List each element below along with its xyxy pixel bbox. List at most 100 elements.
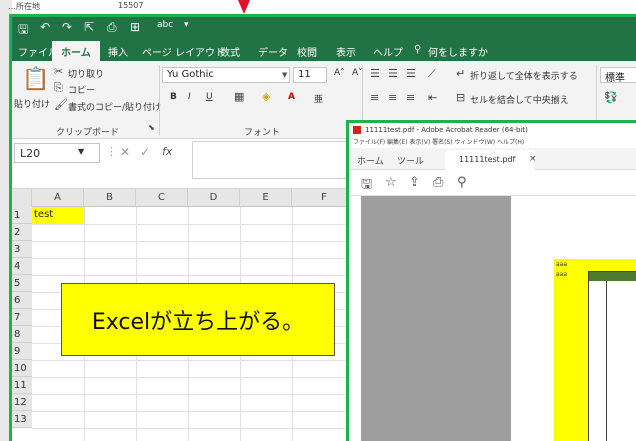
tab-document[interactable]: 11111test.pdf ×: [445, 150, 537, 170]
menu-tell-me[interactable]: 何をしますか: [428, 44, 488, 59]
menu-view[interactable]: 表示: [336, 44, 356, 59]
column-header[interactable]: E: [240, 189, 292, 207]
border-icon[interactable]: ▦: [234, 90, 244, 103]
menu-review[interactable]: 校閲: [297, 44, 317, 59]
document-view[interactable]: aaa aaa: [349, 196, 636, 441]
row-header[interactable]: 12: [12, 394, 32, 411]
tab-home[interactable]: ホーム: [357, 154, 384, 167]
tab-tools[interactable]: ツール: [397, 154, 424, 167]
close-icon[interactable]: ×: [529, 154, 537, 164]
acrobat-title-bar: 11111test.pdf - Adobe Acrobat Reader (64…: [349, 123, 636, 137]
row-header[interactable]: 11: [12, 377, 32, 394]
zoom-icon[interactable]: ⚲: [457, 175, 467, 190]
upload-icon[interactable]: ⇪: [409, 175, 420, 190]
paste-icon[interactable]: 📋: [22, 67, 49, 92]
quick-access-icon[interactable]: ⊞: [130, 20, 140, 34]
row-header[interactable]: 13: [12, 411, 32, 428]
worksheet-grid[interactable]: A B C D E F 1 2 3 4 5 6 7 8 9 10 11 12 1…: [12, 189, 357, 441]
save-icon[interactable]: 🖫: [361, 175, 372, 197]
align-center-icon[interactable]: ≡: [388, 91, 397, 104]
fill-color-icon[interactable]: ◈: [262, 90, 270, 103]
row-header[interactable]: 6: [12, 292, 32, 309]
cut-button[interactable]: 切り取り: [68, 67, 104, 80]
column-header[interactable]: D: [188, 189, 240, 207]
customize-icon[interactable]: ▾: [184, 20, 189, 30]
currency-icon[interactable]: 💱: [604, 91, 618, 104]
column-header[interactable]: A: [32, 189, 84, 207]
pointer-icon[interactable]: ⇱: [84, 20, 94, 34]
row-header[interactable]: 5: [12, 275, 32, 292]
wrap-text-icon[interactable]: ↵: [456, 67, 465, 80]
cell-a1[interactable]: test: [32, 207, 84, 224]
column-header[interactable]: C: [136, 189, 188, 207]
print-icon[interactable]: ⎙: [433, 175, 443, 190]
confirm-icon[interactable]: ✓: [140, 145, 150, 159]
font-size-select[interactable]: 11: [293, 67, 327, 83]
align-top-icon[interactable]: ☰: [370, 67, 380, 80]
menu-help[interactable]: ヘルプ: [373, 44, 403, 59]
increase-font-icon[interactable]: A˄: [334, 68, 345, 78]
spelling-icon[interactable]: abc: [157, 20, 173, 30]
row-header[interactable]: 8: [12, 326, 32, 343]
bookmark-star-icon[interactable]: ☆: [385, 175, 397, 190]
italic-button[interactable]: I: [188, 92, 191, 102]
bold-button[interactable]: B: [170, 92, 177, 102]
acrobat-logo-icon: [353, 126, 361, 134]
gridline: [32, 428, 357, 429]
font-name-select[interactable]: Yu Gothic: [162, 67, 290, 83]
align-bottom-icon[interactable]: ☰: [406, 67, 416, 80]
pdf-page: aaa aaa: [554, 259, 636, 441]
name-box[interactable]: L20: [14, 143, 100, 163]
copy-button[interactable]: コピー: [68, 83, 95, 96]
gridline: [32, 360, 357, 361]
insert-function-button[interactable]: fx: [162, 145, 172, 158]
redo-icon[interactable]: ↷: [62, 20, 72, 34]
align-left-icon[interactable]: ≡: [370, 91, 379, 104]
chevron-down-icon[interactable]: ▼: [78, 147, 84, 156]
orientation-icon[interactable]: ⟋: [428, 67, 436, 81]
font-color-icon[interactable]: A: [288, 92, 295, 102]
row-header[interactable]: 7: [12, 309, 32, 326]
menu-formulas[interactable]: 数式: [220, 44, 240, 59]
page-label: aaa: [556, 261, 568, 268]
align-right-icon[interactable]: ≡: [406, 91, 415, 104]
row-header[interactable]: 9: [12, 343, 32, 360]
search-icon[interactable]: ⚲: [414, 44, 421, 55]
formula-input[interactable]: [192, 141, 348, 179]
underline-button[interactable]: U: [206, 92, 213, 102]
chevron-down-icon[interactable]: ▼: [282, 71, 287, 79]
merge-center-button[interactable]: セルを結合して中央揃え: [470, 93, 569, 106]
row-header[interactable]: 3: [12, 241, 32, 258]
gridline: [32, 258, 357, 259]
save-icon[interactable]: 🖫: [18, 20, 28, 41]
gridline: [32, 411, 357, 412]
format-painter-button[interactable]: 書式のコピー/貼り付け: [68, 100, 161, 113]
align-middle-icon[interactable]: ☰: [388, 67, 398, 80]
row-header[interactable]: 2: [12, 224, 32, 241]
paste-button[interactable]: 貼り付け: [14, 97, 50, 110]
select-all-corner[interactable]: [12, 189, 32, 207]
undo-icon[interactable]: ↶: [40, 20, 50, 34]
copy-icon[interactable]: ⎘: [54, 81, 63, 95]
menu-data[interactable]: データ: [258, 44, 288, 59]
merge-icon[interactable]: ⊟: [456, 91, 465, 104]
cancel-icon[interactable]: ✕: [120, 145, 130, 159]
row-header[interactable]: 10: [12, 360, 32, 377]
menu-insert[interactable]: 挿入: [108, 44, 128, 59]
gridline: [32, 377, 357, 378]
row-header[interactable]: 4: [12, 258, 32, 275]
indent-icon[interactable]: ⇤: [428, 91, 437, 104]
dialog-launcher-icon[interactable]: ⬊: [148, 123, 155, 132]
cut-icon[interactable]: ✂: [54, 65, 63, 78]
annotation-callout: Excelが立ち上がる。: [61, 283, 335, 356]
menu-page-layout[interactable]: ページ レイアウト: [142, 44, 225, 59]
phonetic-icon[interactable]: 亜: [314, 92, 323, 105]
acrobat-menu-bar[interactable]: ファイル(F) 編集(E) 表示(V) 署名(S) ウィンドウ(W) ヘルプ(H…: [349, 137, 636, 148]
column-header[interactable]: B: [84, 189, 136, 207]
format-painter-icon[interactable]: 🖌: [54, 98, 68, 111]
pdf-table: [588, 271, 636, 441]
number-format-select[interactable]: 標準: [600, 67, 636, 84]
wrap-text-button[interactable]: 折り返して全体を表示する: [470, 69, 578, 82]
row-header[interactable]: 1: [12, 207, 32, 224]
print-preview-icon[interactable]: ⎙: [107, 20, 117, 35]
